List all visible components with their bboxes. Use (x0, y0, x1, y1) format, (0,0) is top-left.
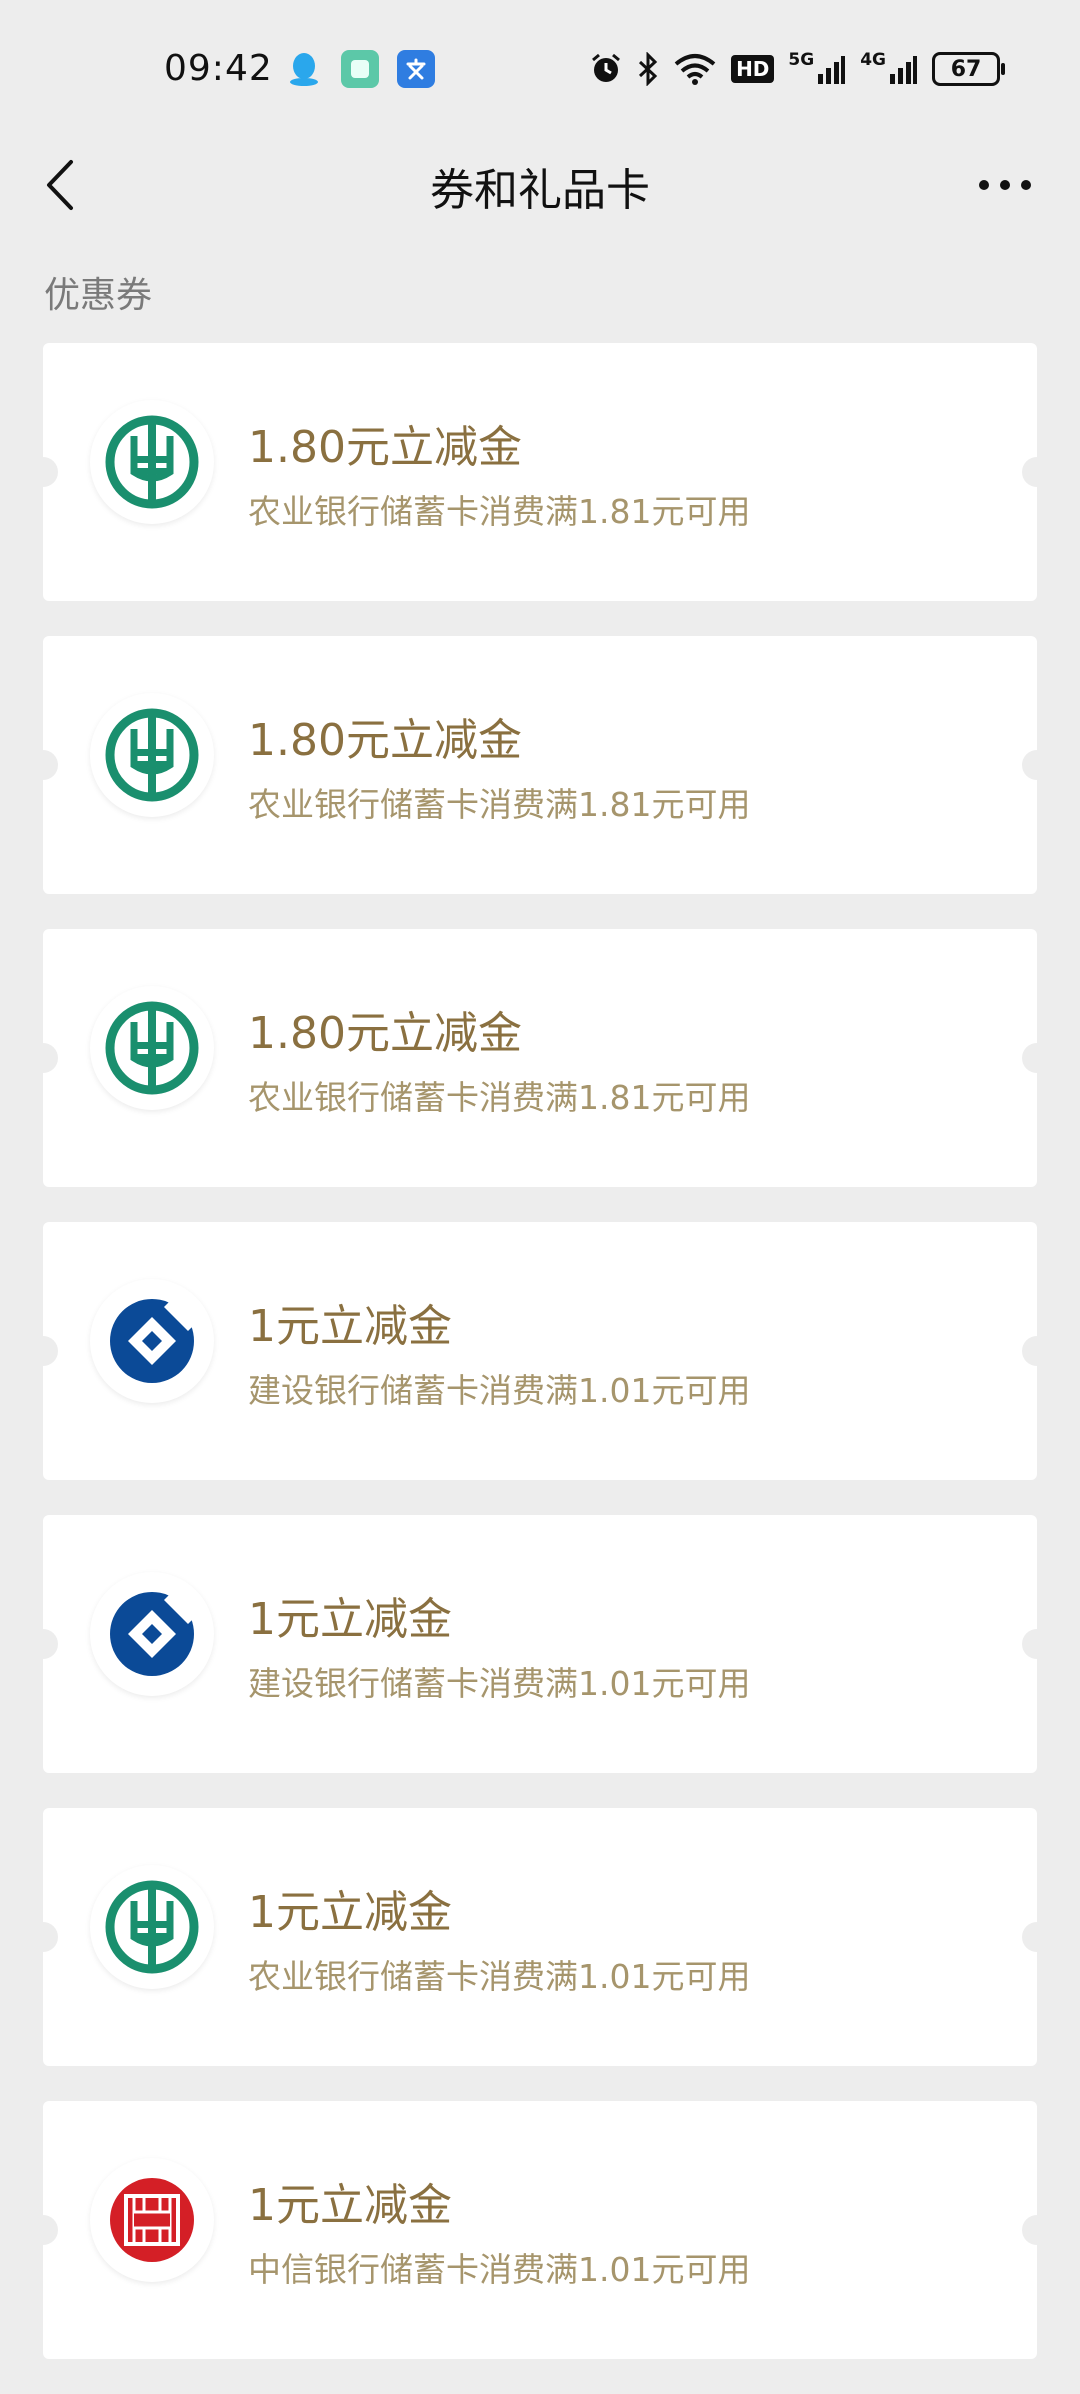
coupon-list: 1.80元立减金 农业银行储蓄卡消费满1.81元可用 1.80元立减金 农业银行储蓄卡… (28, 343, 1052, 2394)
ticket-notch-left (28, 750, 58, 780)
bank-logo (90, 400, 214, 524)
qq-icon (285, 50, 323, 88)
section-label-coupons: 优惠券 (44, 275, 153, 316)
signal-5g-icon: 5G (788, 50, 846, 88)
hd-icon: HD (731, 50, 775, 88)
nav-bar: 券和礼品卡 (0, 130, 1080, 240)
coupon-card[interactable]: 1元立减金中信银行储蓄卡消费满1.01元可用 (28, 2101, 1052, 2359)
abc-bank-logo-icon (105, 1880, 199, 1974)
status-app-icons (285, 50, 435, 88)
coupon-desc: 农业银行储蓄卡消费满1.01元可用 (248, 1957, 751, 1996)
coupon-card[interactable]: 1.80元立减金农业银行储蓄卡消费满1.81元可用 (28, 343, 1052, 601)
bank-logo (90, 1279, 214, 1403)
ticket-notch-right (1022, 1336, 1052, 1366)
coupon-desc: 建设银行储蓄卡消费满1.01元可用 (248, 1664, 751, 1703)
translate-app-icon (397, 50, 435, 88)
ccb-bank-logo-icon (110, 1592, 196, 1676)
abc-bank-logo-icon (105, 708, 199, 802)
ticket-notch-left (28, 1043, 58, 1073)
ticket-notch-right (1022, 1922, 1052, 1952)
ticket-notch-left (28, 457, 58, 487)
ticket-notch-right (1022, 2215, 1052, 2245)
wifi-icon (673, 50, 717, 88)
coupon-title: 1元立减金 (248, 1887, 452, 1938)
bank-logo (90, 1865, 214, 1989)
ticket-notch-right (1022, 1043, 1052, 1073)
ticket-notch-left (28, 2215, 58, 2245)
ticket-notch-right (1022, 1629, 1052, 1659)
battery-indicator: 67 (932, 52, 1005, 86)
coupon-title: 1元立减金 (248, 2180, 452, 2231)
coupon-desc: 中信银行储蓄卡消费满1.01元可用 (248, 2250, 751, 2289)
abc-bank-logo-icon (105, 1001, 199, 1095)
coupon-card[interactable]: 1元立减金建设银行储蓄卡消费满1.01元可用 (28, 1222, 1052, 1480)
alarm-icon (589, 50, 623, 88)
message-app-icon (341, 50, 379, 88)
citic-bank-logo-icon (110, 2178, 194, 2262)
status-bar: 09:42 HD 5G 4G 67 (0, 0, 1080, 140)
signal-4g-icon: 4G (860, 50, 918, 88)
coupon-desc: 农业银行储蓄卡消费满1.81元可用 (248, 1078, 751, 1117)
coupon-desc: 建设银行储蓄卡消费满1.01元可用 (248, 1371, 751, 1410)
bank-logo (90, 2158, 214, 2282)
bank-logo (90, 986, 214, 1110)
coupon-desc: 农业银行储蓄卡消费满1.81元可用 (248, 785, 751, 824)
status-time: 09:42 (164, 48, 273, 89)
more-button[interactable] (970, 160, 1040, 210)
ticket-notch-left (28, 1629, 58, 1659)
ticket-notch-right (1022, 457, 1052, 487)
coupon-card[interactable]: 1.80元立减金农业银行储蓄卡消费满1.81元可用 (28, 929, 1052, 1187)
coupon-title: 1.80元立减金 (248, 422, 522, 473)
coupon-card[interactable]: 1元立减金建设银行储蓄卡消费满1.01元可用 (28, 1515, 1052, 1773)
ticket-notch-left (28, 1336, 58, 1366)
coupon-title: 1.80元立减金 (248, 715, 522, 766)
coupon-title: 1元立减金 (248, 1594, 452, 1645)
coupon-card[interactable]: 1元立减金农业银行储蓄卡消费满1.01元可用 (28, 1808, 1052, 2066)
coupon-desc: 农业银行储蓄卡消费满1.81元可用 (248, 492, 751, 531)
ticket-notch-right (1022, 750, 1052, 780)
page-title: 券和礼品卡 (430, 165, 650, 216)
ccb-bank-logo-icon (110, 1299, 196, 1383)
bank-logo (90, 693, 214, 817)
status-right-icons: HD 5G 4G 67 (589, 50, 1005, 88)
bluetooth-icon (637, 50, 659, 88)
abc-bank-logo-icon (105, 415, 199, 509)
coupon-title: 1元立减金 (248, 1301, 452, 1352)
ticket-notch-left (28, 1922, 58, 1952)
coupon-card[interactable]: 1.80元立减金农业银行储蓄卡消费满1.81元可用 (28, 636, 1052, 894)
bank-logo (90, 1572, 214, 1696)
more-icon (979, 180, 1031, 190)
coupon-title: 1.80元立减金 (248, 1008, 522, 1059)
